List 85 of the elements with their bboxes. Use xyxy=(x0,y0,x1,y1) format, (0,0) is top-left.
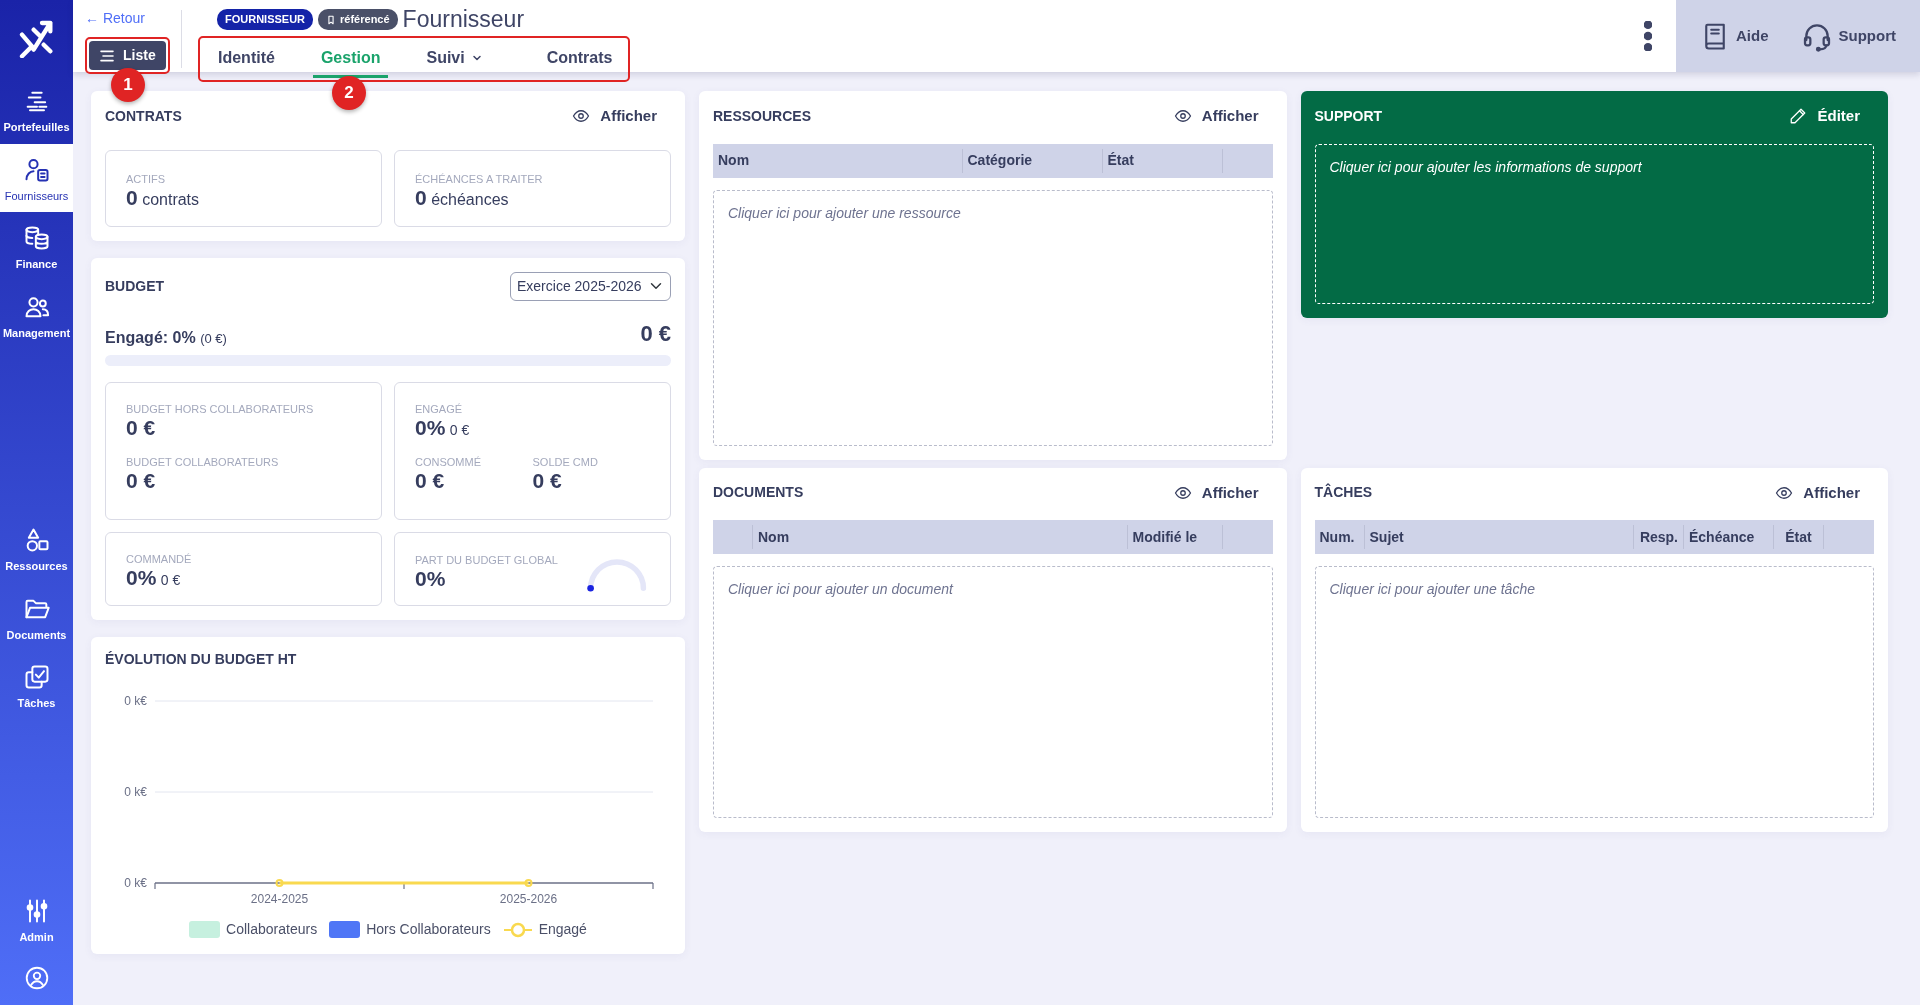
column-header: Nom xyxy=(713,148,963,173)
badge: FOURNISSEUR xyxy=(217,9,314,30)
metric-label: COMMANDÉ xyxy=(126,552,193,566)
engaged-amount: (0 €) xyxy=(200,330,227,346)
metric-value: 0 € xyxy=(532,469,562,493)
axis-label: 2025-2026 xyxy=(499,892,558,907)
legend-label: Hors Collaborateurs xyxy=(366,920,491,940)
metric-value: 0 € xyxy=(415,469,445,493)
card-title: ÉVOLUTION DU BUDGET HT xyxy=(105,650,297,668)
metric-label: SOLDE CMD xyxy=(532,455,599,470)
metric-value: 0% xyxy=(415,415,446,439)
show-button[interactable]: Afficher xyxy=(1173,481,1273,504)
card-title: CONTRATS xyxy=(105,107,182,125)
tab[interactable]: Identité xyxy=(210,40,283,78)
sidebar-item[interactable]: Admin xyxy=(0,884,73,953)
help-button[interactable]: Aide xyxy=(1694,20,1775,52)
engaged-label: Engagé: 0% xyxy=(105,328,196,346)
axis-label: 0 k€ xyxy=(124,785,147,800)
stat-label: ÉCHÉANCES A TRAITER xyxy=(415,172,544,186)
column-header: Nom xyxy=(753,525,1128,549)
show-button[interactable]: Afficher xyxy=(1173,105,1273,128)
card-title: SUPPORT xyxy=(1314,107,1383,125)
legend-swatch xyxy=(329,921,361,939)
sidebar-item[interactable]: Tâches xyxy=(0,651,73,720)
total-amount: 0 € xyxy=(640,319,671,348)
column-header: Resp. xyxy=(1634,525,1684,549)
axis-label: 0 k€ xyxy=(124,694,147,709)
metric-label: BUDGET COLLABORATEURS xyxy=(126,455,280,470)
column-header: Échéance xyxy=(1684,525,1774,549)
stat-unit: échéances xyxy=(431,190,509,208)
column-header: Sujet xyxy=(1364,525,1634,549)
back-link[interactable]: ← Retour xyxy=(85,8,181,29)
metric-subvalue: 0 € xyxy=(160,571,181,588)
list-button[interactable]: Liste xyxy=(89,41,166,70)
column-header: Num. xyxy=(1314,525,1365,549)
legend-swatch xyxy=(502,921,533,939)
sidebar-item[interactable]: Portefeuilles xyxy=(0,75,73,144)
metric-value: 0% xyxy=(126,565,157,589)
support-button[interactable]: Support xyxy=(1794,19,1902,53)
column-header: État xyxy=(1102,148,1223,173)
stat-value: 0 xyxy=(415,185,427,209)
stat-unit: contrats xyxy=(142,190,200,208)
show-button[interactable]: Afficher xyxy=(1775,481,1874,504)
sidebar-item[interactable]: Documents xyxy=(0,582,73,651)
metric-label: ENGAGÉ xyxy=(415,402,464,416)
axis-label: 0 k€ xyxy=(124,876,147,891)
tab[interactable]: Contrats xyxy=(538,40,621,78)
metric-label: PART DU BUDGET GLOBAL xyxy=(415,554,558,568)
column-header: Modifié le xyxy=(1127,525,1223,549)
legend-label: Collaborateurs xyxy=(226,920,318,940)
badge: référencé xyxy=(318,9,398,30)
stat-value: 0 xyxy=(126,185,138,209)
page-title: Fournisseur xyxy=(402,8,525,31)
add-placeholder[interactable]: Cliquer ici pour ajouter les informations de support xyxy=(1314,143,1874,304)
user-icon xyxy=(23,965,50,991)
edit-button[interactable]: Éditer xyxy=(1789,105,1874,128)
sidebar-item[interactable]: Management xyxy=(0,280,73,349)
metric-value: 0% xyxy=(415,567,446,591)
card-title: DOCUMENTS xyxy=(713,484,804,502)
sidebar-item[interactable]: Finance xyxy=(0,212,73,281)
sidebar-item[interactable]: Fournisseurs xyxy=(0,143,73,212)
metric-value: 0 € xyxy=(126,469,156,493)
legend-label: Engagé xyxy=(538,920,587,940)
column-header: État xyxy=(1774,525,1824,549)
metric-label: CONSOMMÉ xyxy=(415,455,482,470)
card-title: BUDGET xyxy=(105,277,165,295)
kebab-icon xyxy=(1644,21,1652,51)
card-title: TÂCHES xyxy=(1314,484,1373,502)
bookmark-icon xyxy=(326,14,337,25)
metric-label: BUDGET HORS COLLABORATEURS xyxy=(126,402,315,416)
sidebar-item[interactable]: Ressources xyxy=(0,514,73,583)
year-select[interactable]: Exercice 2025-2026 xyxy=(510,271,671,301)
legend-swatch xyxy=(189,921,221,939)
axis-label: 2024-2025 xyxy=(250,892,309,907)
tab[interactable]: Suivi xyxy=(418,40,491,78)
column-header: Catégorie xyxy=(962,148,1103,173)
pencil-icon xyxy=(1789,107,1808,126)
card-title: RESSOURCES xyxy=(713,107,812,125)
add-placeholder[interactable]: Cliquer ici pour ajouter un document xyxy=(713,566,1273,818)
show-button[interactable]: Afficher xyxy=(572,105,671,128)
add-placeholder[interactable]: Cliquer ici pour ajouter une tâche xyxy=(1314,566,1874,818)
metric-value: 0 € xyxy=(126,415,156,439)
stat-label: ACTIFS xyxy=(126,172,167,186)
add-placeholder[interactable]: Cliquer ici pour ajouter une ressource xyxy=(713,189,1273,446)
metric-subvalue: 0 € xyxy=(449,421,470,438)
